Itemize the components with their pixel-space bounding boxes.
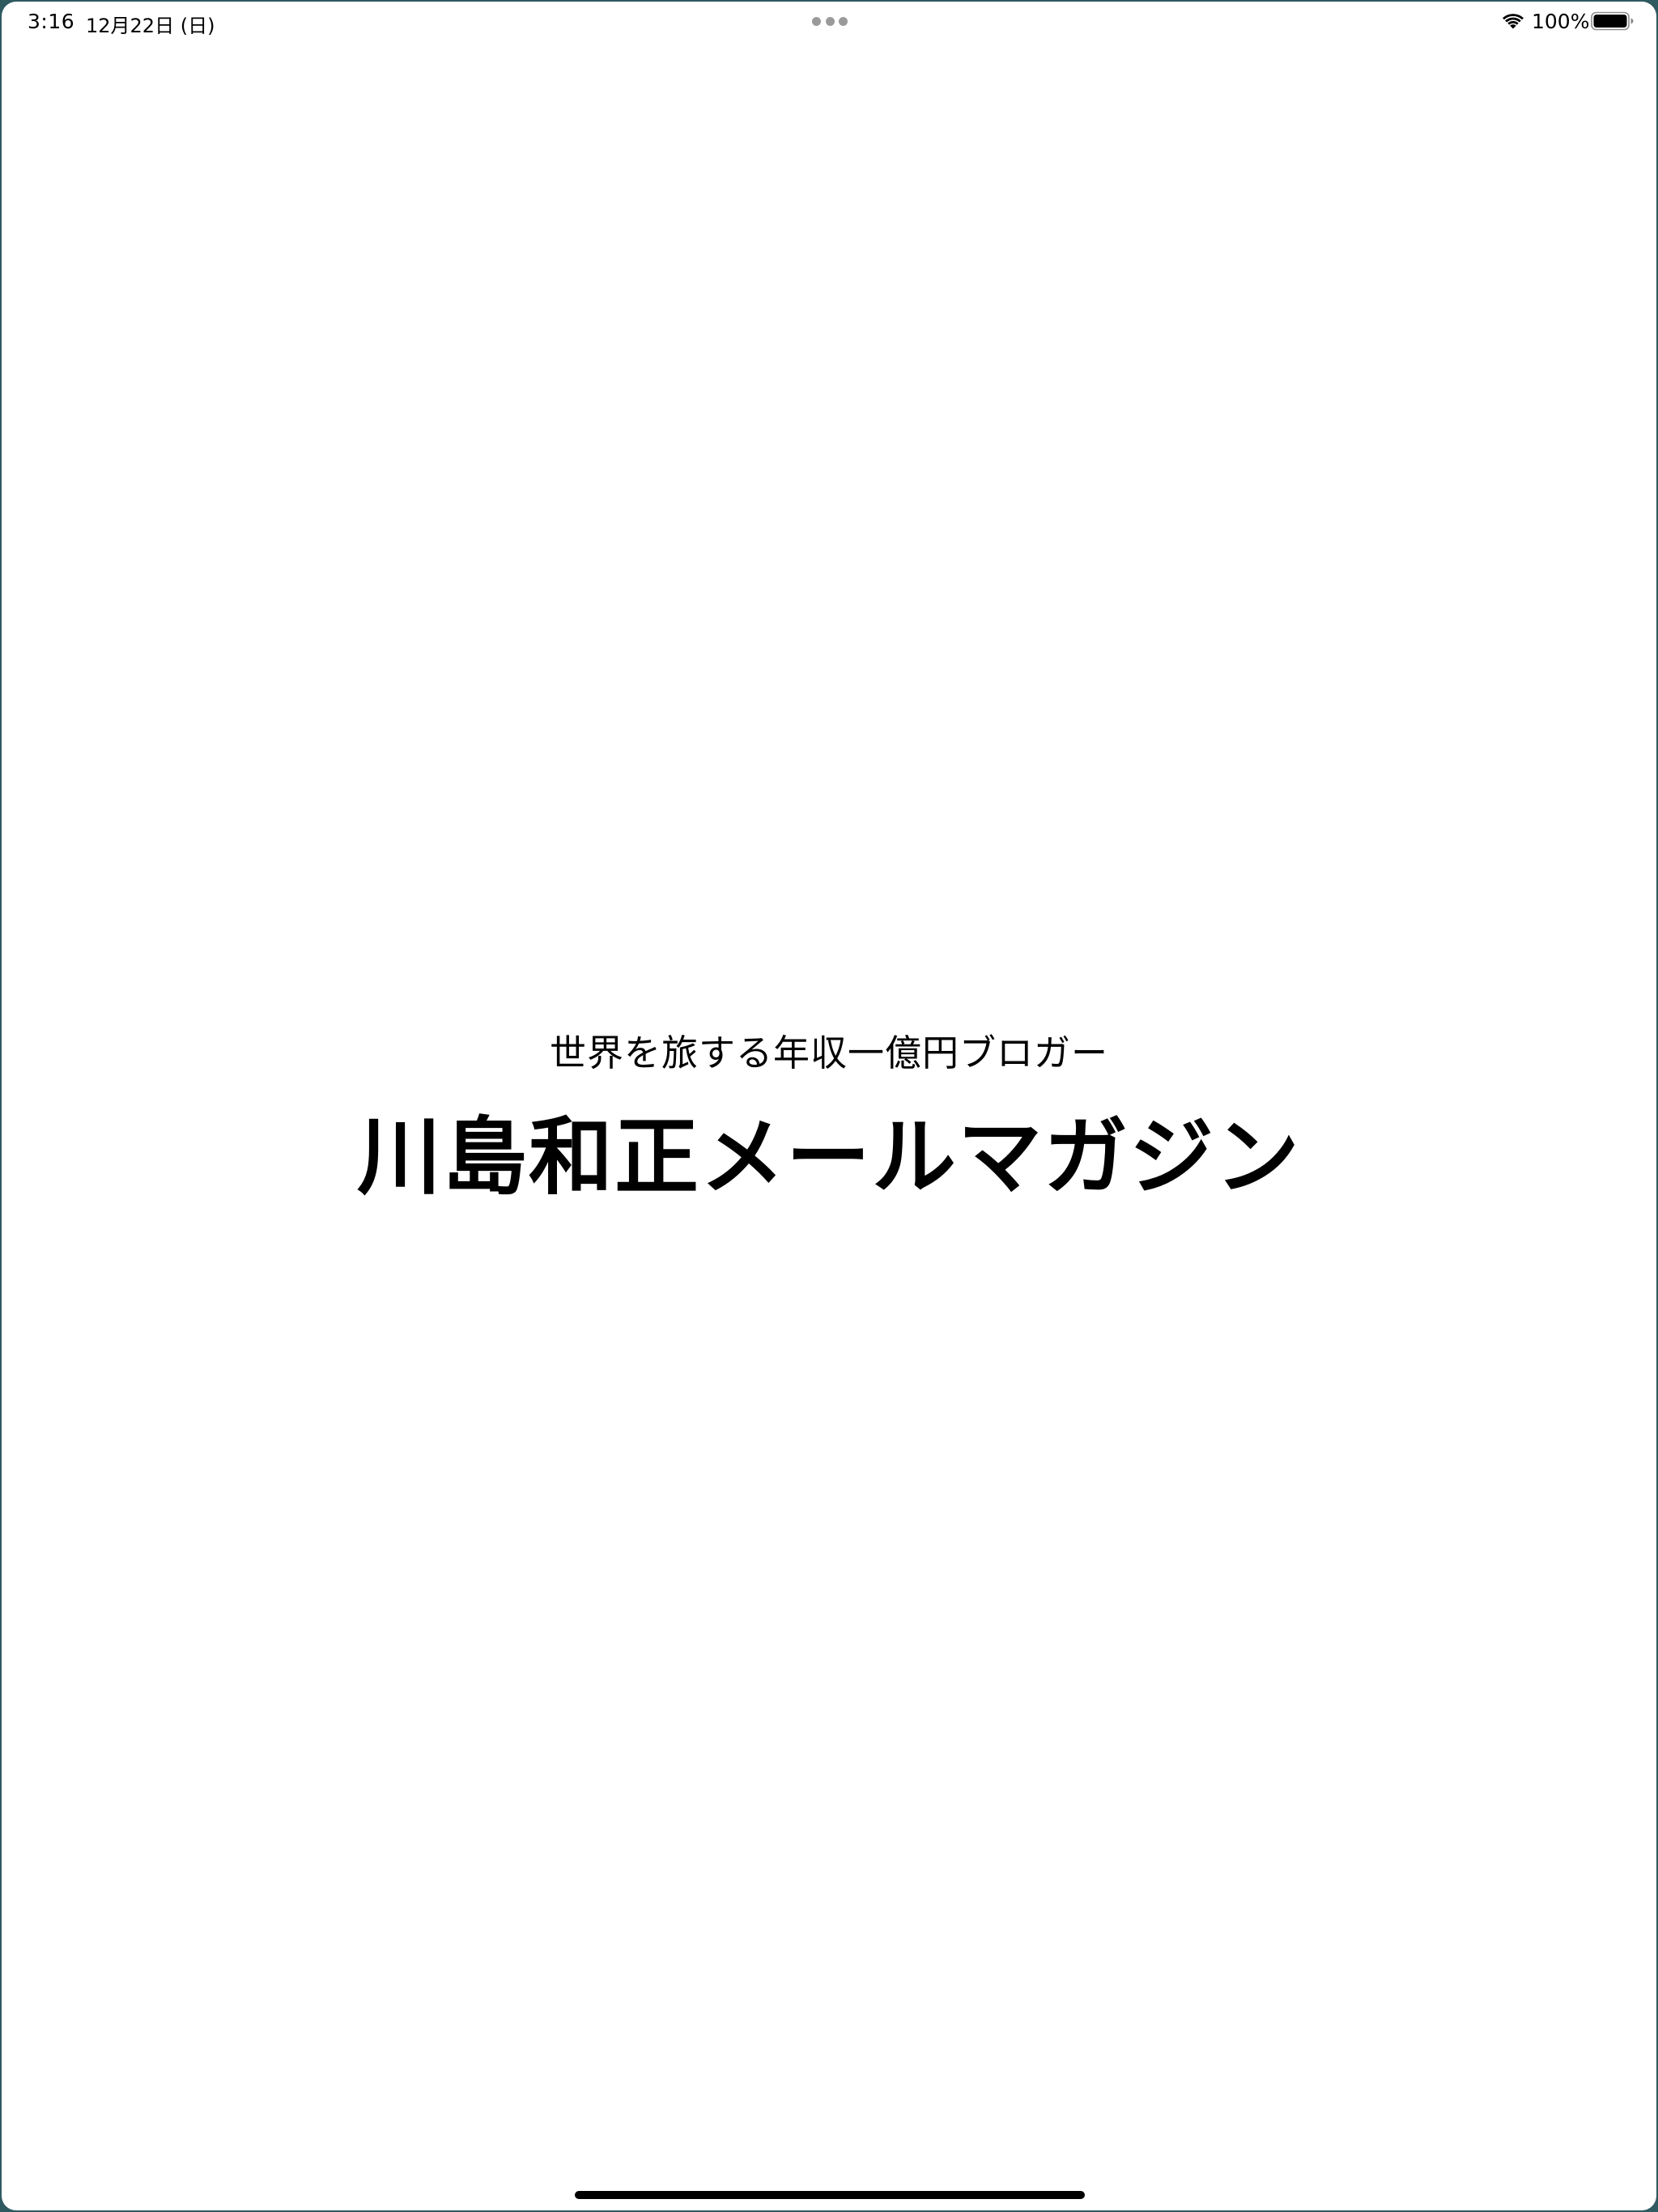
home-indicator[interactable]	[575, 2191, 1085, 2199]
page-subtitle: 世界を旅する年収一億円ブロガー	[549, 1032, 1108, 1074]
app-screen: 3:16 12月22日 (日) 100% 世界を旅する年収一億円ブロガー 川島和…	[2, 2, 1656, 2210]
splash-content: 世界を旅する年収一億円ブロガー 川島和正メールマガジン	[2, 2, 1656, 2210]
page-title: 川島和正メールマガジン	[356, 1108, 1301, 1206]
